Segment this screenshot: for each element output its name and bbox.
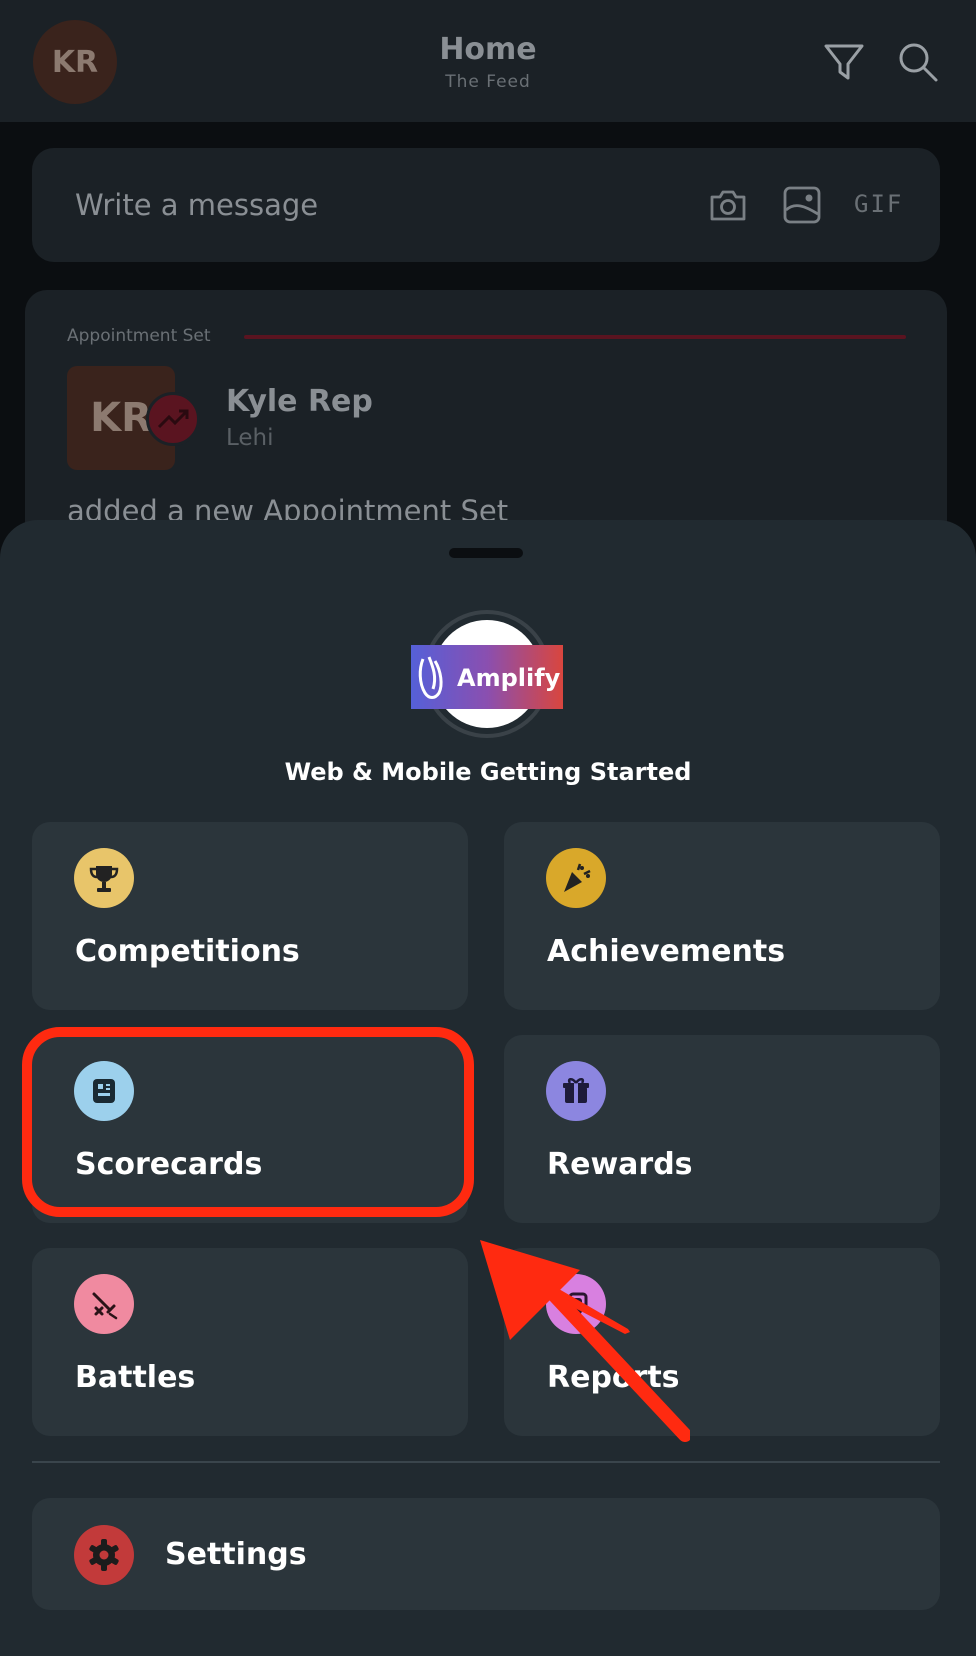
tile-label-battles: Battles: [75, 1360, 196, 1395]
trending-up-icon: [157, 409, 189, 429]
tile-label-rewards: Rewards: [547, 1147, 693, 1182]
feed-type-divider: [244, 335, 906, 339]
message-input[interactable]: Write a message: [75, 188, 318, 222]
gift-icon: [546, 1061, 606, 1121]
feed-type-label: Appointment Set: [67, 326, 211, 346]
amplify-logo-text: Amplify: [457, 664, 561, 692]
camera-icon[interactable]: [707, 184, 749, 226]
amplify-mark-icon: [418, 656, 443, 699]
feed-user-name[interactable]: Kyle Rep: [226, 384, 373, 419]
filter-icon[interactable]: [822, 40, 866, 84]
party-popper-icon: [546, 848, 606, 908]
image-icon[interactable]: [781, 184, 823, 226]
annotation-highlight-box: [22, 1027, 474, 1217]
trending-badge: [146, 392, 200, 446]
org-name: Web & Mobile Getting Started: [284, 758, 692, 786]
trophy-icon: [74, 848, 134, 908]
tile-label-competitions: Competitions: [75, 934, 300, 969]
gear-icon: [74, 1525, 134, 1585]
feed-user-location: Lehi: [226, 425, 274, 451]
crossed-swords-icon: [74, 1274, 134, 1334]
gif-button[interactable]: GIF: [854, 190, 903, 218]
sheet-divider: [32, 1461, 940, 1463]
sheet-grabber[interactable]: [449, 548, 523, 558]
annotation-arrow-icon: [480, 1240, 690, 1442]
search-icon[interactable]: [896, 40, 940, 84]
settings-label: Settings: [165, 1537, 307, 1572]
tile-label-achievements: Achievements: [547, 934, 786, 969]
